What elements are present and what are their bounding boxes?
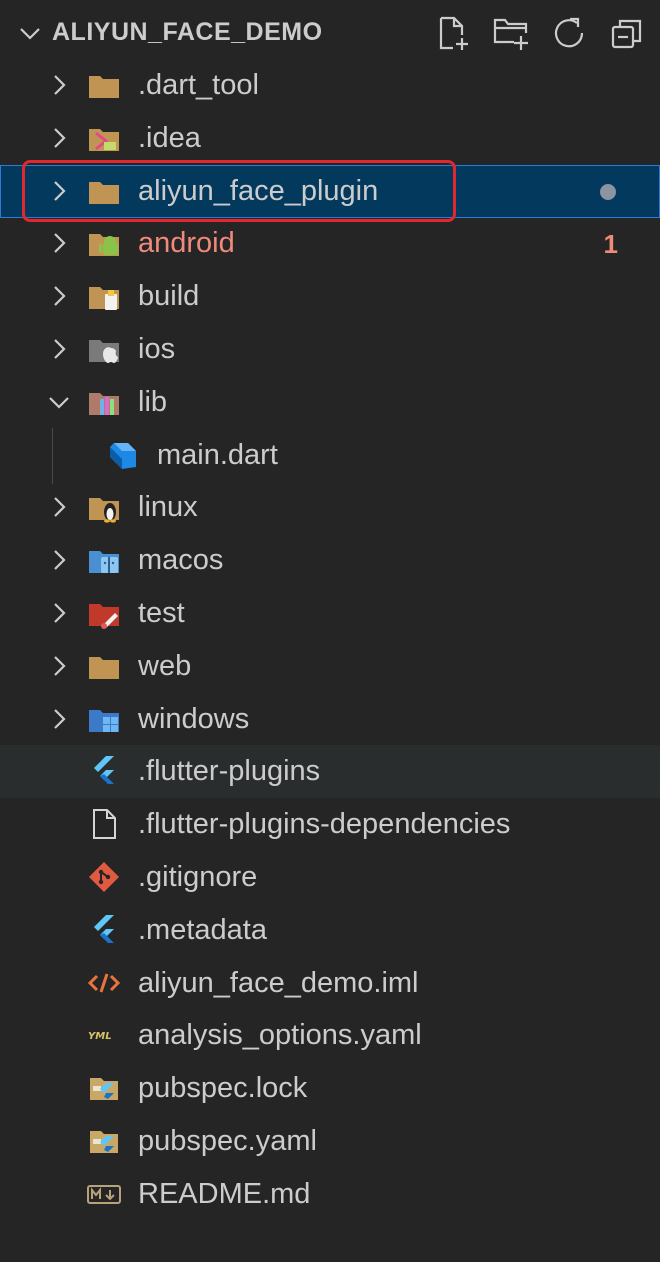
new-file-icon[interactable] [434, 14, 472, 52]
item-label: .gitignore [138, 861, 258, 893]
chevron-down-icon[interactable] [18, 22, 42, 46]
flutter-file-icon [86, 753, 122, 789]
folder-row[interactable]: linux [0, 481, 660, 534]
file-row[interactable]: main.dart [0, 429, 660, 482]
folder-row[interactable]: web [0, 640, 660, 693]
flutter-file-icon [86, 912, 122, 948]
item-label: windows [138, 702, 250, 735]
idea-folder-icon [86, 120, 122, 156]
chevron-right-icon[interactable] [46, 230, 72, 256]
item-label: aliyun_face_demo.iml [138, 966, 419, 999]
macos-folder-icon [86, 542, 122, 578]
file-row[interactable]: .gitignore [0, 851, 660, 904]
folder-row[interactable]: lib [0, 376, 660, 429]
item-label: .dart_tool [138, 69, 259, 101]
chevron-right-icon[interactable] [46, 283, 72, 309]
item-label: pubspec.lock [138, 1072, 308, 1105]
item-label: .metadata [138, 913, 267, 946]
windows-folder-icon [86, 701, 122, 737]
folder-row[interactable]: windows [0, 693, 660, 746]
folder-icon [86, 648, 122, 684]
linux-folder-icon [86, 489, 122, 525]
chevron-right-icon[interactable] [46, 706, 72, 732]
item-label: analysis_options.yaml [138, 1019, 422, 1052]
android-folder-icon [86, 225, 122, 261]
chevron-right-icon[interactable] [46, 653, 72, 679]
folder-row[interactable]: .idea [0, 112, 660, 165]
generic-file-icon [86, 806, 122, 842]
file-row[interactable]: .flutter-plugins [0, 745, 660, 799]
file-row[interactable]: README.md [0, 1168, 660, 1221]
git-file-icon [86, 859, 122, 895]
xml-file-icon [86, 965, 122, 1001]
item-label: main.dart [157, 438, 278, 471]
lib-folder-icon [86, 384, 122, 420]
annotation-highlight-box [22, 160, 456, 222]
chevron-right-icon[interactable] [46, 494, 72, 520]
test-folder-icon [86, 595, 122, 631]
pubspec-file-icon [86, 1070, 122, 1106]
item-label: test [138, 597, 185, 629]
folder-row[interactable]: test [0, 587, 660, 640]
item-label: web [138, 649, 192, 682]
chevron-right-icon[interactable] [46, 125, 72, 151]
error-count-badge: 1 [603, 229, 618, 260]
file-row[interactable]: pubspec.lock [0, 1062, 660, 1115]
item-label: android [138, 227, 235, 260]
new-folder-icon[interactable] [492, 14, 530, 52]
explorer-title[interactable]: ALIYUN_FACE_DEMO [52, 18, 323, 47]
chevron-down-icon[interactable] [46, 389, 72, 415]
pubspec-file-icon [86, 1123, 122, 1159]
folder-row[interactable]: .dart_tool [0, 59, 660, 112]
item-label: pubspec.yaml [138, 1125, 317, 1157]
modified-dot-icon [600, 183, 616, 200]
markdown-file-icon [86, 1176, 122, 1212]
file-row[interactable]: .flutter-plugins-dependencies [0, 798, 660, 851]
file-row[interactable]: .metadata [0, 904, 660, 957]
item-label: ios [138, 333, 176, 365]
chevron-right-icon[interactable] [46, 547, 72, 573]
item-label: macos [138, 544, 224, 577]
folder-row[interactable]: ios [0, 323, 660, 376]
yaml-file-icon: YML [86, 1017, 122, 1053]
folder-row[interactable]: build [0, 270, 660, 323]
folder-icon [86, 67, 122, 103]
item-label: .idea [138, 121, 201, 154]
build-folder-icon [86, 278, 122, 314]
file-row[interactable]: pubspec.yaml [0, 1115, 660, 1168]
folder-row[interactable]: macos [0, 534, 660, 587]
chevron-right-icon[interactable] [46, 72, 72, 98]
dart-file-icon [104, 437, 140, 473]
chevron-right-icon[interactable] [46, 336, 72, 362]
ios-folder-icon [86, 331, 122, 367]
svg-text:YML: YML [88, 1031, 112, 1042]
file-row[interactable]: YML analysis_options.yaml [0, 1009, 660, 1062]
refresh-icon[interactable] [550, 14, 588, 52]
file-row[interactable]: aliyun_face_demo.iml [0, 957, 660, 1010]
item-label: .flutter-plugins-dependencies [138, 808, 511, 841]
item-label: build [138, 280, 200, 313]
collapse-all-icon[interactable] [608, 14, 646, 52]
item-label: lib [138, 385, 168, 418]
item-label: .flutter-plugins [138, 755, 321, 788]
folder-row[interactable]: android 1 [0, 217, 660, 270]
chevron-right-icon[interactable] [46, 600, 72, 626]
item-label: README.md [138, 1177, 311, 1210]
item-label: linux [138, 491, 198, 524]
